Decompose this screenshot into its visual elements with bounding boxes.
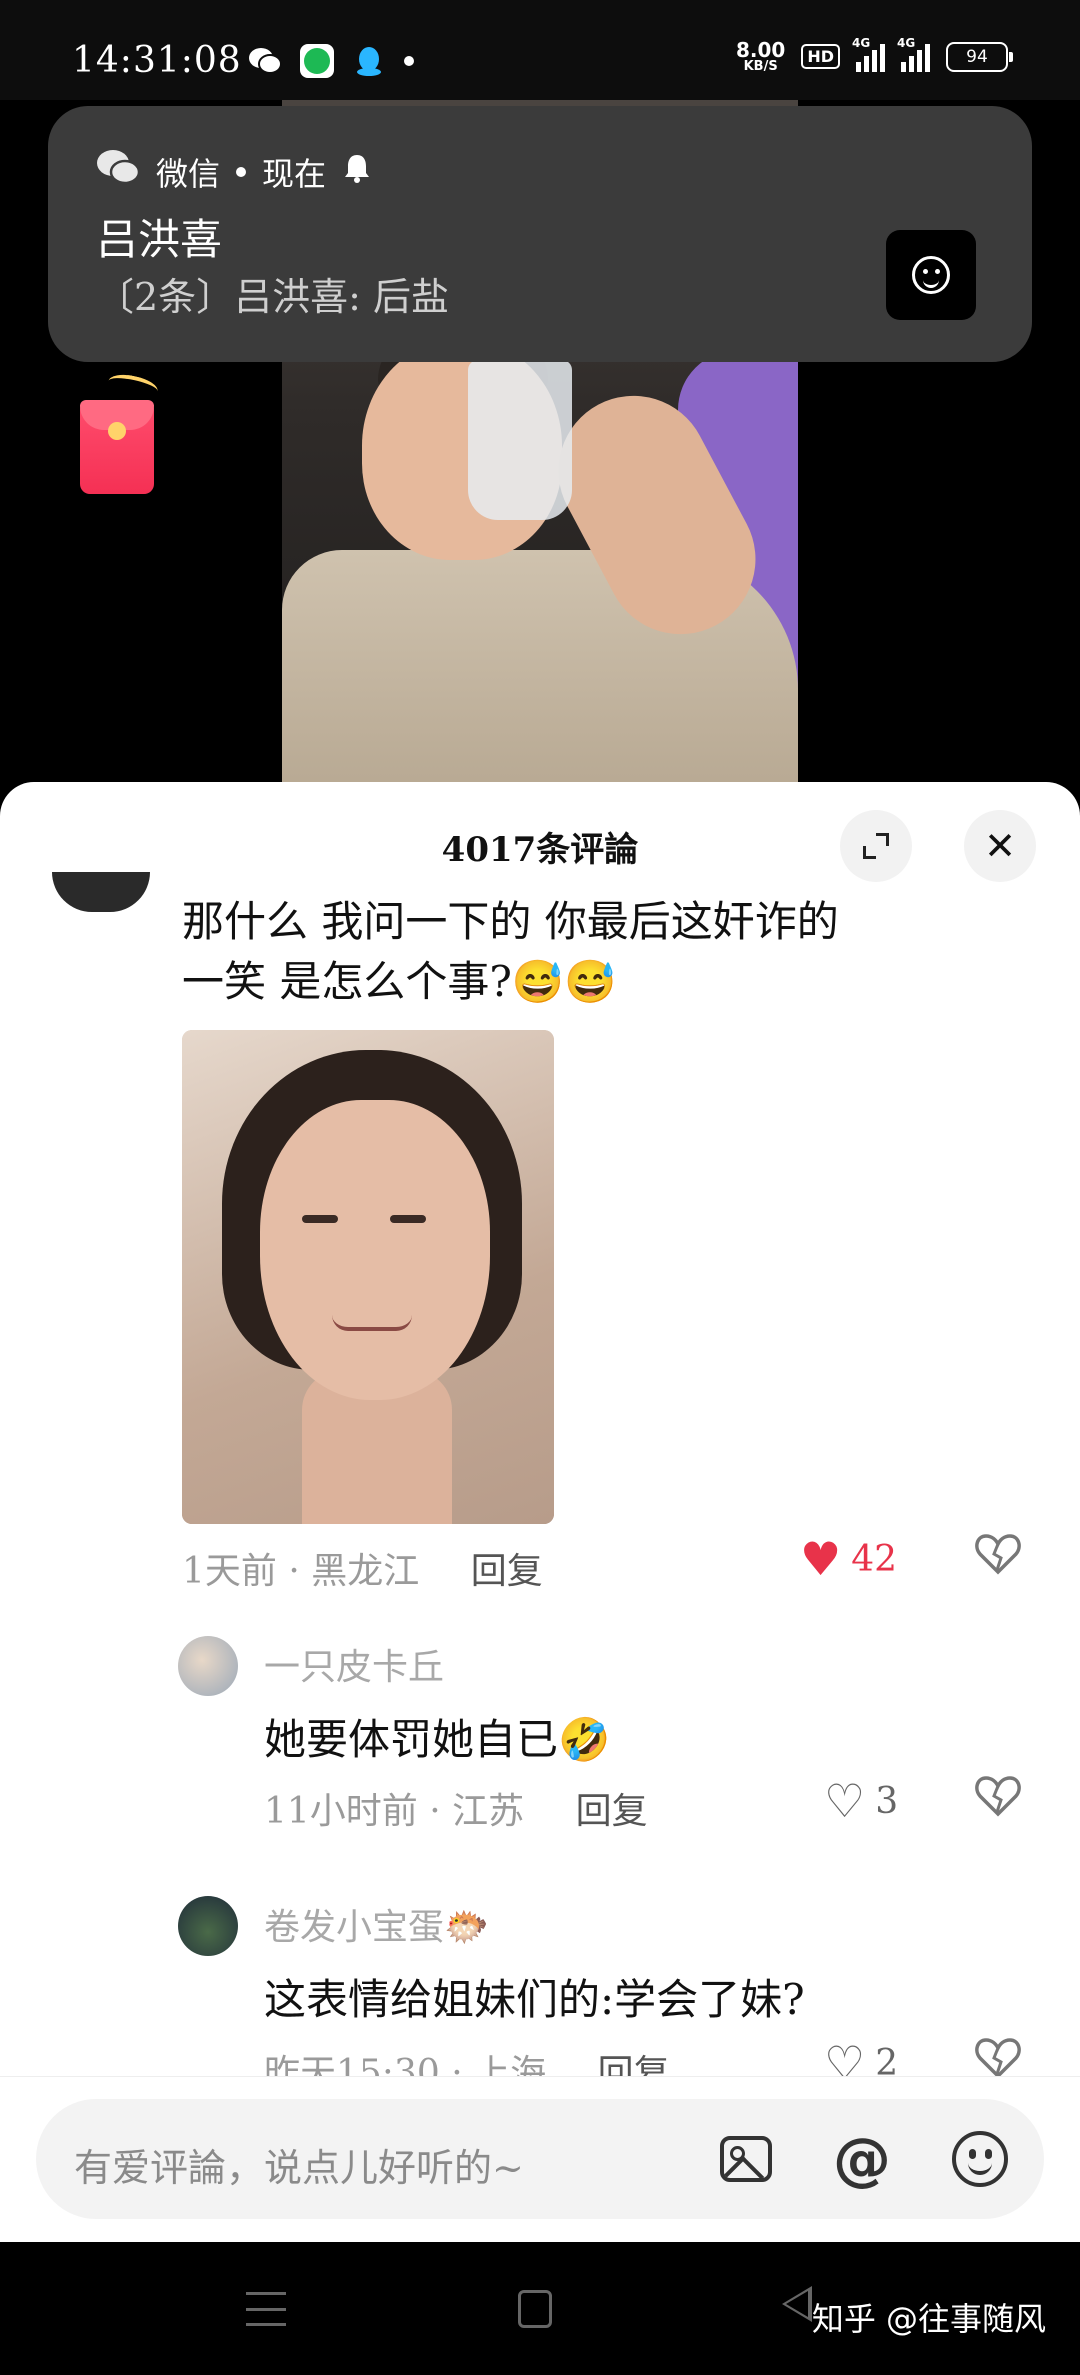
comment-input-placeholder: 有爱评論，说点儿好听的~ — [74, 2146, 524, 2190]
video-cup — [468, 360, 572, 520]
mention-icon[interactable]: @ — [832, 2125, 892, 2193]
hd-voice-icon: HD — [801, 44, 840, 69]
home-icon[interactable] — [518, 2290, 552, 2328]
comment-input-bar: 有爱评論，说点儿好听的~ @ — [0, 2076, 1080, 2242]
comment-location: 黑龙江 — [311, 1551, 420, 1592]
comment-time: 1天前 — [182, 1551, 277, 1592]
emoji-icon[interactable] — [950, 2129, 1010, 2189]
back-icon[interactable] — [782, 2286, 812, 2322]
red-packet-icon[interactable] — [80, 400, 154, 494]
like-button[interactable]: ♡ 3 — [824, 1778, 898, 1824]
more-notifications-dot — [404, 56, 414, 66]
bell-icon — [342, 152, 372, 192]
signal-icon: 4G — [897, 36, 930, 72]
broken-heart-icon[interactable] — [974, 1532, 1022, 1583]
reply-button[interactable]: 回复 — [471, 1551, 543, 1592]
notification-sender: 吕洪喜 — [96, 215, 223, 264]
wechat-icon — [248, 44, 282, 78]
net-speed-unit: KB/S — [743, 59, 778, 74]
close-icon: ✕ — [984, 824, 1016, 868]
reply-location: 江苏 — [452, 1791, 525, 1832]
reply-username[interactable]: 一只皮卡丘 — [264, 1638, 444, 1690]
net-speed-value: 8.00 — [735, 38, 786, 62]
comment-text: 那什么 我问一下的 你最后这奸诈的 一笑 是怎么个事?😅😅 — [182, 892, 1042, 1012]
wechat-notification[interactable]: 微信 现在 吕洪喜 〔2条〕吕洪喜: 后盐 — [48, 106, 1032, 362]
status-bar: 14:31:08 8.00 KB/S HD 4G 4G 94 — [0, 0, 1080, 110]
reply-username[interactable]: 卷发小宝蛋🐡 — [264, 1898, 489, 1950]
notification-message: 〔2条〕吕洪喜: 后盐 — [96, 275, 450, 319]
comments-title: 4017条评論 — [441, 830, 639, 870]
system-navigation-bar: 知乎 @往事随风 — [0, 2242, 1080, 2375]
network-speed: 8.00 KB/S — [736, 40, 785, 73]
comment-input[interactable]: 有爱评論，说点儿好听的~ @ — [36, 2099, 1044, 2219]
notification-header: 微信 现在 — [96, 148, 372, 195]
like-button[interactable]: ♥ 42 — [800, 1536, 897, 1582]
reply-time: 11小时前 — [264, 1791, 418, 1832]
separator-dot — [236, 166, 247, 177]
notification-reply-button[interactable] — [886, 230, 976, 320]
wechat-icon — [96, 148, 141, 195]
signal-2-label: 4G — [897, 35, 916, 50]
reply-text: 这表情给姐妹们的:学会了妹? — [264, 1975, 805, 2024]
comment-meta: 1天前 · 黑龙江 回复 — [182, 1551, 543, 1592]
expand-icon — [863, 833, 889, 859]
avatar[interactable] — [178, 1636, 238, 1696]
avatar[interactable] — [178, 1896, 238, 1956]
reply-text: 她要体罚她自已🤣 — [264, 1715, 611, 1764]
comment-image[interactable] — [182, 1030, 554, 1524]
close-button[interactable]: ✕ — [964, 810, 1036, 882]
signal-icon: 4G — [852, 36, 885, 72]
signal-1-label: 4G — [852, 35, 871, 50]
reply-button[interactable]: 回复 — [576, 1791, 648, 1832]
like-count: 42 — [851, 1538, 898, 1580]
status-right-indicators: 8.00 KB/S HD 4G 4G 94 — [736, 36, 1013, 73]
spotify-icon — [300, 44, 334, 78]
image-icon[interactable] — [716, 2129, 776, 2189]
qq-icon — [352, 44, 386, 78]
status-notification-icons — [248, 44, 414, 78]
watermark: 知乎 @往事随风 — [811, 2300, 1046, 2338]
menu-icon[interactable] — [246, 2292, 286, 2326]
broken-heart-icon[interactable] — [974, 1774, 1022, 1825]
comment-text-line2: 一笑 是怎么个事?😅😅 — [182, 957, 617, 1006]
comment-text-line1: 那什么 我问一下的 你最后这奸诈的 — [182, 897, 839, 946]
heart-outline-icon: ♡ — [824, 1774, 866, 1828]
notification-app-name: 微信 — [156, 154, 221, 193]
heart-filled-icon: ♥ — [800, 1532, 842, 1586]
notification-time: 现在 — [262, 154, 327, 193]
battery-icon: 94 — [946, 41, 1013, 72]
status-time: 14:31:08 — [72, 40, 242, 81]
comments-sheet: 4017条评論 ✕ 那什么 我问一下的 你最后这奸诈的 一笑 是怎么个事?😅😅 … — [0, 782, 1080, 2242]
expand-button[interactable] — [840, 810, 912, 882]
reply-meta: 11小时前 · 江苏 回复 — [264, 1791, 648, 1832]
smile-icon — [912, 256, 950, 294]
avatar[interactable] — [52, 872, 150, 912]
like-count: 3 — [875, 1780, 899, 1822]
